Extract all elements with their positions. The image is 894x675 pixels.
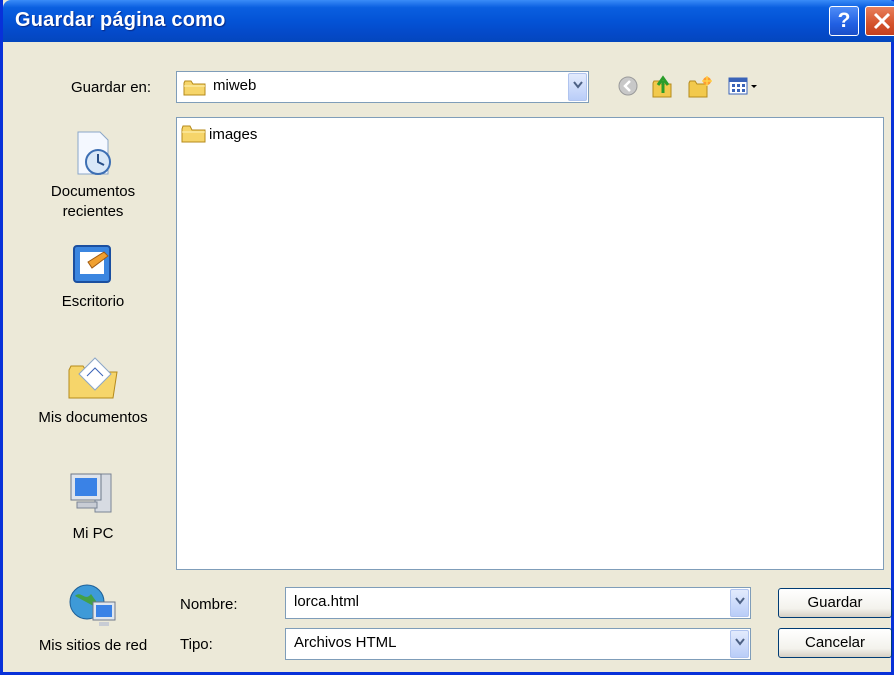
place-label: Documentos <box>50 183 136 200</box>
window-title: Guardar página como <box>15 9 226 31</box>
place-desktop[interactable]: Escritorio <box>24 242 162 312</box>
title-bar[interactable]: Guardar página como ? <box>3 0 894 42</box>
file-name-input[interactable]: lorca.html <box>285 587 751 619</box>
folder-icon <box>181 125 206 143</box>
dropdown-arrow[interactable] <box>730 589 749 617</box>
save-in-label: Guardar en: <box>71 79 152 96</box>
save-in-dropdown[interactable]: miweb <box>176 71 589 103</box>
file-name-label: Nombre: <box>180 596 238 613</box>
view-menu-icon[interactable] <box>727 75 767 97</box>
desktop-icon <box>73 245 111 283</box>
place-network-places[interactable]: Mis sitios de red <box>24 580 162 656</box>
my-computer-icon <box>70 473 112 513</box>
place-label: Mis sitios de red <box>38 637 148 654</box>
cancel-button[interactable]: Cancelar <box>778 628 892 658</box>
chevron-down-icon <box>573 81 583 89</box>
close-icon <box>873 12 891 30</box>
back-icon[interactable] <box>617 75 639 97</box>
place-my-computer[interactable]: Mi PC <box>24 468 162 544</box>
chevron-down-icon <box>735 597 745 605</box>
file-name: images <box>209 126 258 143</box>
places-bar: Documentos recientes Escritorio Mis docu… <box>24 116 162 666</box>
place-my-documents[interactable]: Mis documentos <box>24 354 162 428</box>
save-button[interactable]: Guardar <box>778 588 892 618</box>
file-name-value: lorca.html <box>294 593 360 610</box>
dropdown-arrow[interactable] <box>568 73 587 101</box>
file-list[interactable]: images <box>176 117 884 570</box>
place-label: recientes <box>62 203 124 220</box>
my-documents-icon <box>68 357 118 399</box>
help-button[interactable]: ? <box>829 6 859 36</box>
network-places-icon <box>69 584 116 626</box>
place-label: Mis documentos <box>38 409 148 426</box>
place-label: Mi PC <box>72 525 114 542</box>
up-folder-icon[interactable] <box>651 75 677 99</box>
file-type-value: Archivos HTML <box>294 634 397 651</box>
folder-icon <box>183 80 206 96</box>
dropdown-arrow[interactable] <box>730 630 749 658</box>
chevron-down-icon <box>735 638 745 646</box>
file-type-label: Tipo: <box>180 636 213 653</box>
recent-documents-icon <box>77 131 111 175</box>
new-folder-icon[interactable] <box>687 75 713 99</box>
place-label: Escritorio <box>61 293 125 310</box>
place-recent-documents[interactable]: Documentos recientes <box>24 128 162 222</box>
save-page-dialog: Guardar página como ? Guardar en: miweb <box>0 0 894 675</box>
close-button[interactable] <box>865 6 894 36</box>
file-type-dropdown[interactable]: Archivos HTML <box>285 628 751 660</box>
save-in-value: miweb <box>213 77 257 94</box>
